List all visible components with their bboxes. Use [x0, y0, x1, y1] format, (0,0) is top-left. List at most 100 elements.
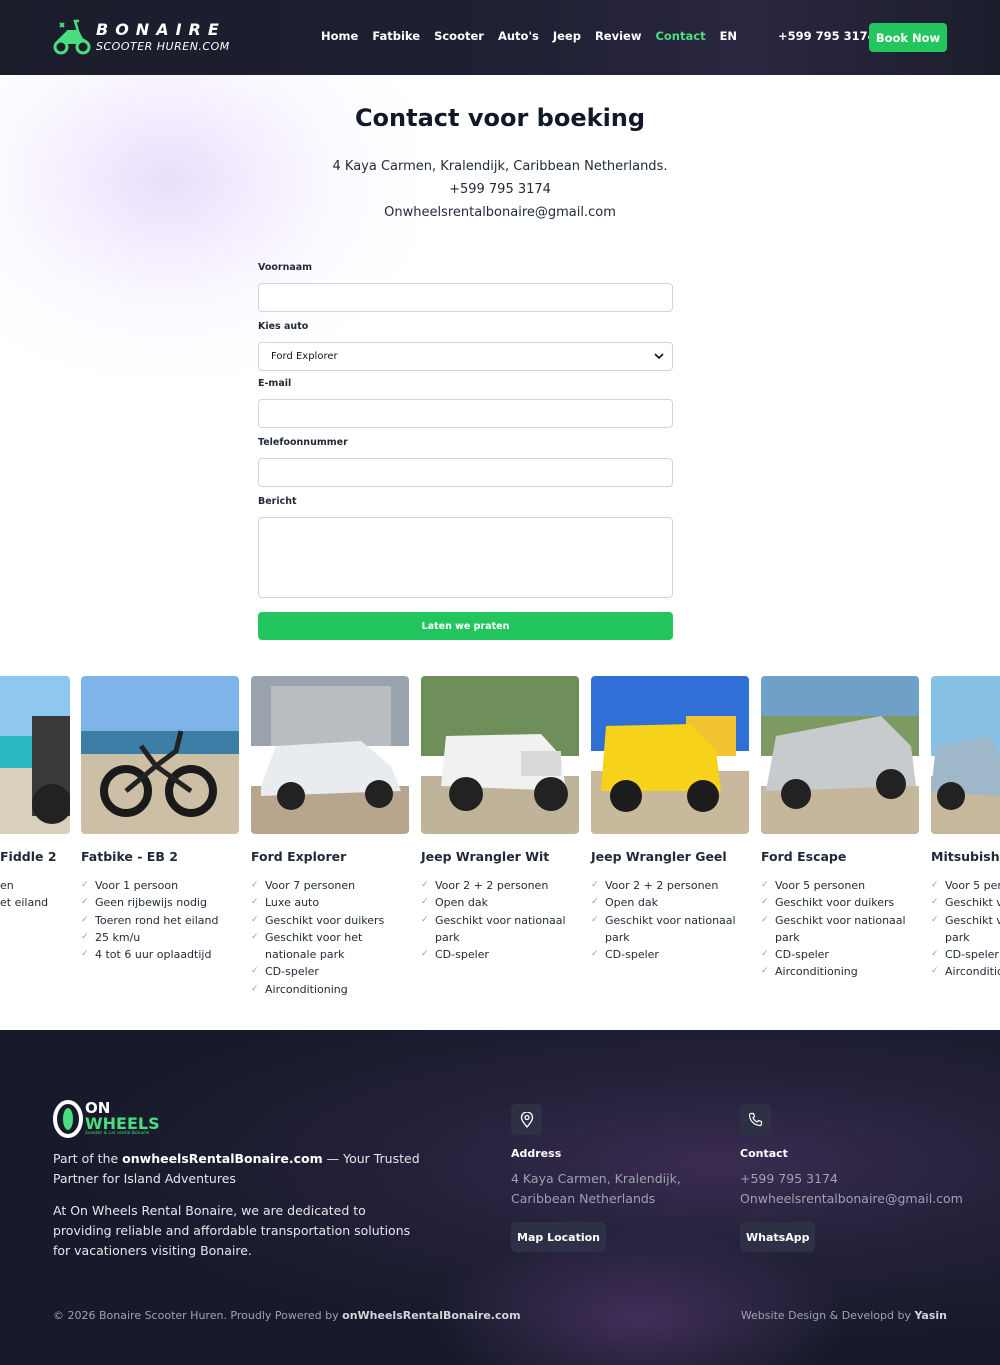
check-icon: ✓	[81, 931, 89, 942]
check-icon: ✓	[591, 880, 599, 890]
vehicle-card[interactable]: Fiddle 2 en et eiland	[0, 676, 70, 909]
check-icon: ✓	[421, 880, 429, 890]
copyright-link[interactable]: onWheelsRentalBonaire.com	[342, 1309, 520, 1322]
contact-phone[interactable]: +599 795 3174	[0, 182, 1000, 197]
vehicle-name: Ford Escape	[761, 849, 847, 864]
feature-item: ✓ CD-speler	[591, 946, 749, 963]
check-icon: ✓	[421, 897, 429, 908]
jeep-yellow-photo-icon	[591, 676, 749, 834]
footer-partner-text: Part of the onwheelsRentalBonaire.com — …	[53, 1151, 420, 1186]
vehicle-name: Jeep Wrangler Wit	[421, 849, 550, 864]
vehicle-card[interactable]: Ford Explorer ✓ Voor 7 personen ✓ Luxe aut…	[251, 676, 409, 996]
nav-home[interactable]: Home	[321, 29, 358, 43]
feature-item: ✓ CD-speler	[421, 946, 579, 963]
site-header: BONAIRE SCOOTER HUREN.COM Home Fatbike S…	[0, 0, 1000, 75]
vehicle-features: ✓ Voor 1 persoon ✓ Geen rijbewijs nodig ✓ T…	[81, 877, 239, 963]
vehicle-carousel[interactable]: Fiddle 2 en et eiland Fatbike - EB 2 ✓ Vo…	[0, 676, 1000, 1016]
check-icon: ✓	[761, 880, 769, 890]
feature-item: ✓ CD-speler	[931, 946, 1000, 963]
footer-logo-tagline: Scooter & car rental Bonaire	[85, 1131, 150, 1137]
feature-item: ✓ Voor 5 personen	[761, 877, 919, 894]
wheel-logo-icon	[53, 1100, 83, 1138]
vehicle-card[interactable]: Mitsubishi L ✓Voor 5 pers ✓Geschikt vo ✓…	[931, 676, 1000, 978]
address-title: Address	[511, 1147, 562, 1160]
nav-jeep[interactable]: Jeep	[553, 29, 581, 43]
site-logo[interactable]: BONAIRE SCOOTER HUREN.COM	[52, 15, 230, 59]
footer-phone[interactable]: +599 795 3174	[740, 1169, 838, 1189]
check-icon: ✓	[931, 966, 939, 977]
designer-name: Yasin	[914, 1309, 947, 1322]
email-label: E-mail	[258, 378, 292, 389]
site-footer: ON WHEELS Scooter & car rental Bonaire P…	[0, 1030, 1000, 1365]
copyright: © 2026 Bonaire Scooter Huren. Proudly Po…	[53, 1309, 521, 1322]
mitsubishi-photo-icon	[931, 676, 1000, 834]
fatbike-photo-icon	[81, 676, 239, 834]
feature-item: ✓ Geschikt voor duikers	[251, 912, 409, 929]
vehicle-features: ✓Voor 5 pers ✓Geschikt vo ✓Geschikt vo p…	[931, 877, 1000, 981]
vehicle-features: ✓ Voor 7 personen ✓ Luxe auto ✓ Geschikt vo…	[251, 877, 409, 998]
check-icon: ✓	[591, 949, 599, 960]
chevron-down-icon	[654, 353, 664, 360]
nav-review[interactable]: Review	[595, 29, 642, 43]
message-label: Bericht	[258, 496, 297, 507]
feature-item: ✓ Luxe auto	[251, 894, 409, 911]
vehicle-card[interactable]: Jeep Wrangler Geel ✓ Voor 2 + 2 personen …	[591, 676, 749, 961]
map-location-button[interactable]: Map Location	[511, 1222, 606, 1252]
check-icon: ✓	[81, 949, 89, 960]
feature-item: ✓Geschikt vo	[931, 912, 1000, 929]
footer-logo-wheels: WHEELS	[85, 1114, 160, 1134]
partner-link[interactable]: onwheelsRentalBonaire.com	[122, 1151, 322, 1166]
check-icon: ✓	[931, 880, 939, 890]
feature-item: ✓ Toeren rond het eiland	[81, 912, 239, 929]
scooter-logo-icon	[53, 19, 91, 55]
feature-item: ✓ Airconditioning	[761, 963, 919, 980]
check-icon: ✓	[421, 949, 429, 960]
phone-field[interactable]	[258, 458, 673, 487]
feature-item: ✓Geschikt vo	[931, 894, 1000, 911]
vehicle-name: Fiddle 2	[0, 849, 57, 864]
logo-title: BONAIRE	[96, 20, 226, 39]
feature-item: ✓ Voor 7 personen	[251, 877, 409, 894]
contact-email[interactable]: Onwheelsrentalbonaire@gmail.com	[0, 205, 1000, 220]
check-icon: ✓	[761, 897, 769, 908]
vehicle-card[interactable]: Fatbike - EB 2 ✓ Voor 1 persoon ✓ Geen rij…	[81, 676, 239, 961]
check-icon: ✓	[81, 880, 89, 890]
vehicle-name: Jeep Wrangler Geel	[591, 849, 727, 864]
nav-contact[interactable]: Contact	[655, 29, 705, 43]
footer-email[interactable]: Onwheelsrentalbonaire@gmail.com	[740, 1189, 963, 1209]
feature-item: ✓ Geschikt voor nationaal park	[421, 913, 566, 944]
address-line2: Caribbean Netherlands	[511, 1191, 656, 1206]
vehicle-name: Ford Explorer	[251, 849, 347, 864]
first-name-label: Voornaam	[258, 262, 313, 273]
message-textarea[interactable]	[258, 517, 673, 598]
ford-escape-photo-icon	[761, 676, 919, 834]
nav-autos[interactable]: Auto's	[498, 29, 539, 43]
nav-fatbike[interactable]: Fatbike	[372, 29, 420, 43]
phone-label: Telefoonnummer	[258, 437, 348, 448]
feature-item: ✓ 4 tot 6 uur oplaadtijd	[81, 946, 239, 963]
check-icon: ✓	[81, 897, 89, 908]
vehicle-card[interactable]: Jeep Wrangler Wit ✓ Voor 2 + 2 personen ✓…	[421, 676, 579, 961]
feature-item: ✓ Airconditio	[931, 963, 1000, 980]
address-line1: 4 Kaya Carmen, Kralendijk,	[511, 1171, 681, 1186]
nav-scooter[interactable]: Scooter	[434, 29, 484, 43]
car-select[interactable]: Ford Explorer	[258, 342, 673, 371]
footer-logo[interactable]: ON WHEELS Scooter & car rental Bonaire	[53, 1099, 160, 1139]
nav-language[interactable]: EN	[720, 29, 737, 43]
header-phone[interactable]: +599 795 3174	[778, 29, 876, 43]
feature-item: ✓ Voor 2 + 2 personen	[591, 877, 749, 894]
feature-item: ✓ CD-speler	[761, 946, 919, 963]
submit-button[interactable]: Laten we praten	[258, 612, 673, 640]
check-icon: ✓	[251, 914, 259, 925]
design-credit: Website Design & Developd by Yasin	[740, 1309, 947, 1322]
book-now-button[interactable]: Book Now	[869, 23, 947, 52]
feature-item: ✓ Voor 2 + 2 personen	[421, 877, 579, 894]
whatsapp-button[interactable]: WhatsApp	[740, 1222, 816, 1252]
vehicle-features: ✓ Voor 5 personen ✓ Geschikt voor duikers …	[761, 877, 919, 981]
ford-explorer-photo-icon	[251, 676, 409, 834]
email-field[interactable]	[258, 399, 673, 428]
feature-item: ✓ Geschikt voor duikers	[761, 894, 919, 911]
first-name-field[interactable]	[258, 283, 673, 312]
vehicle-card[interactable]: Ford Escape ✓ Voor 5 personen ✓ Geschikt v…	[761, 676, 919, 978]
feature-item: ✓ 25 km/u	[81, 929, 239, 946]
